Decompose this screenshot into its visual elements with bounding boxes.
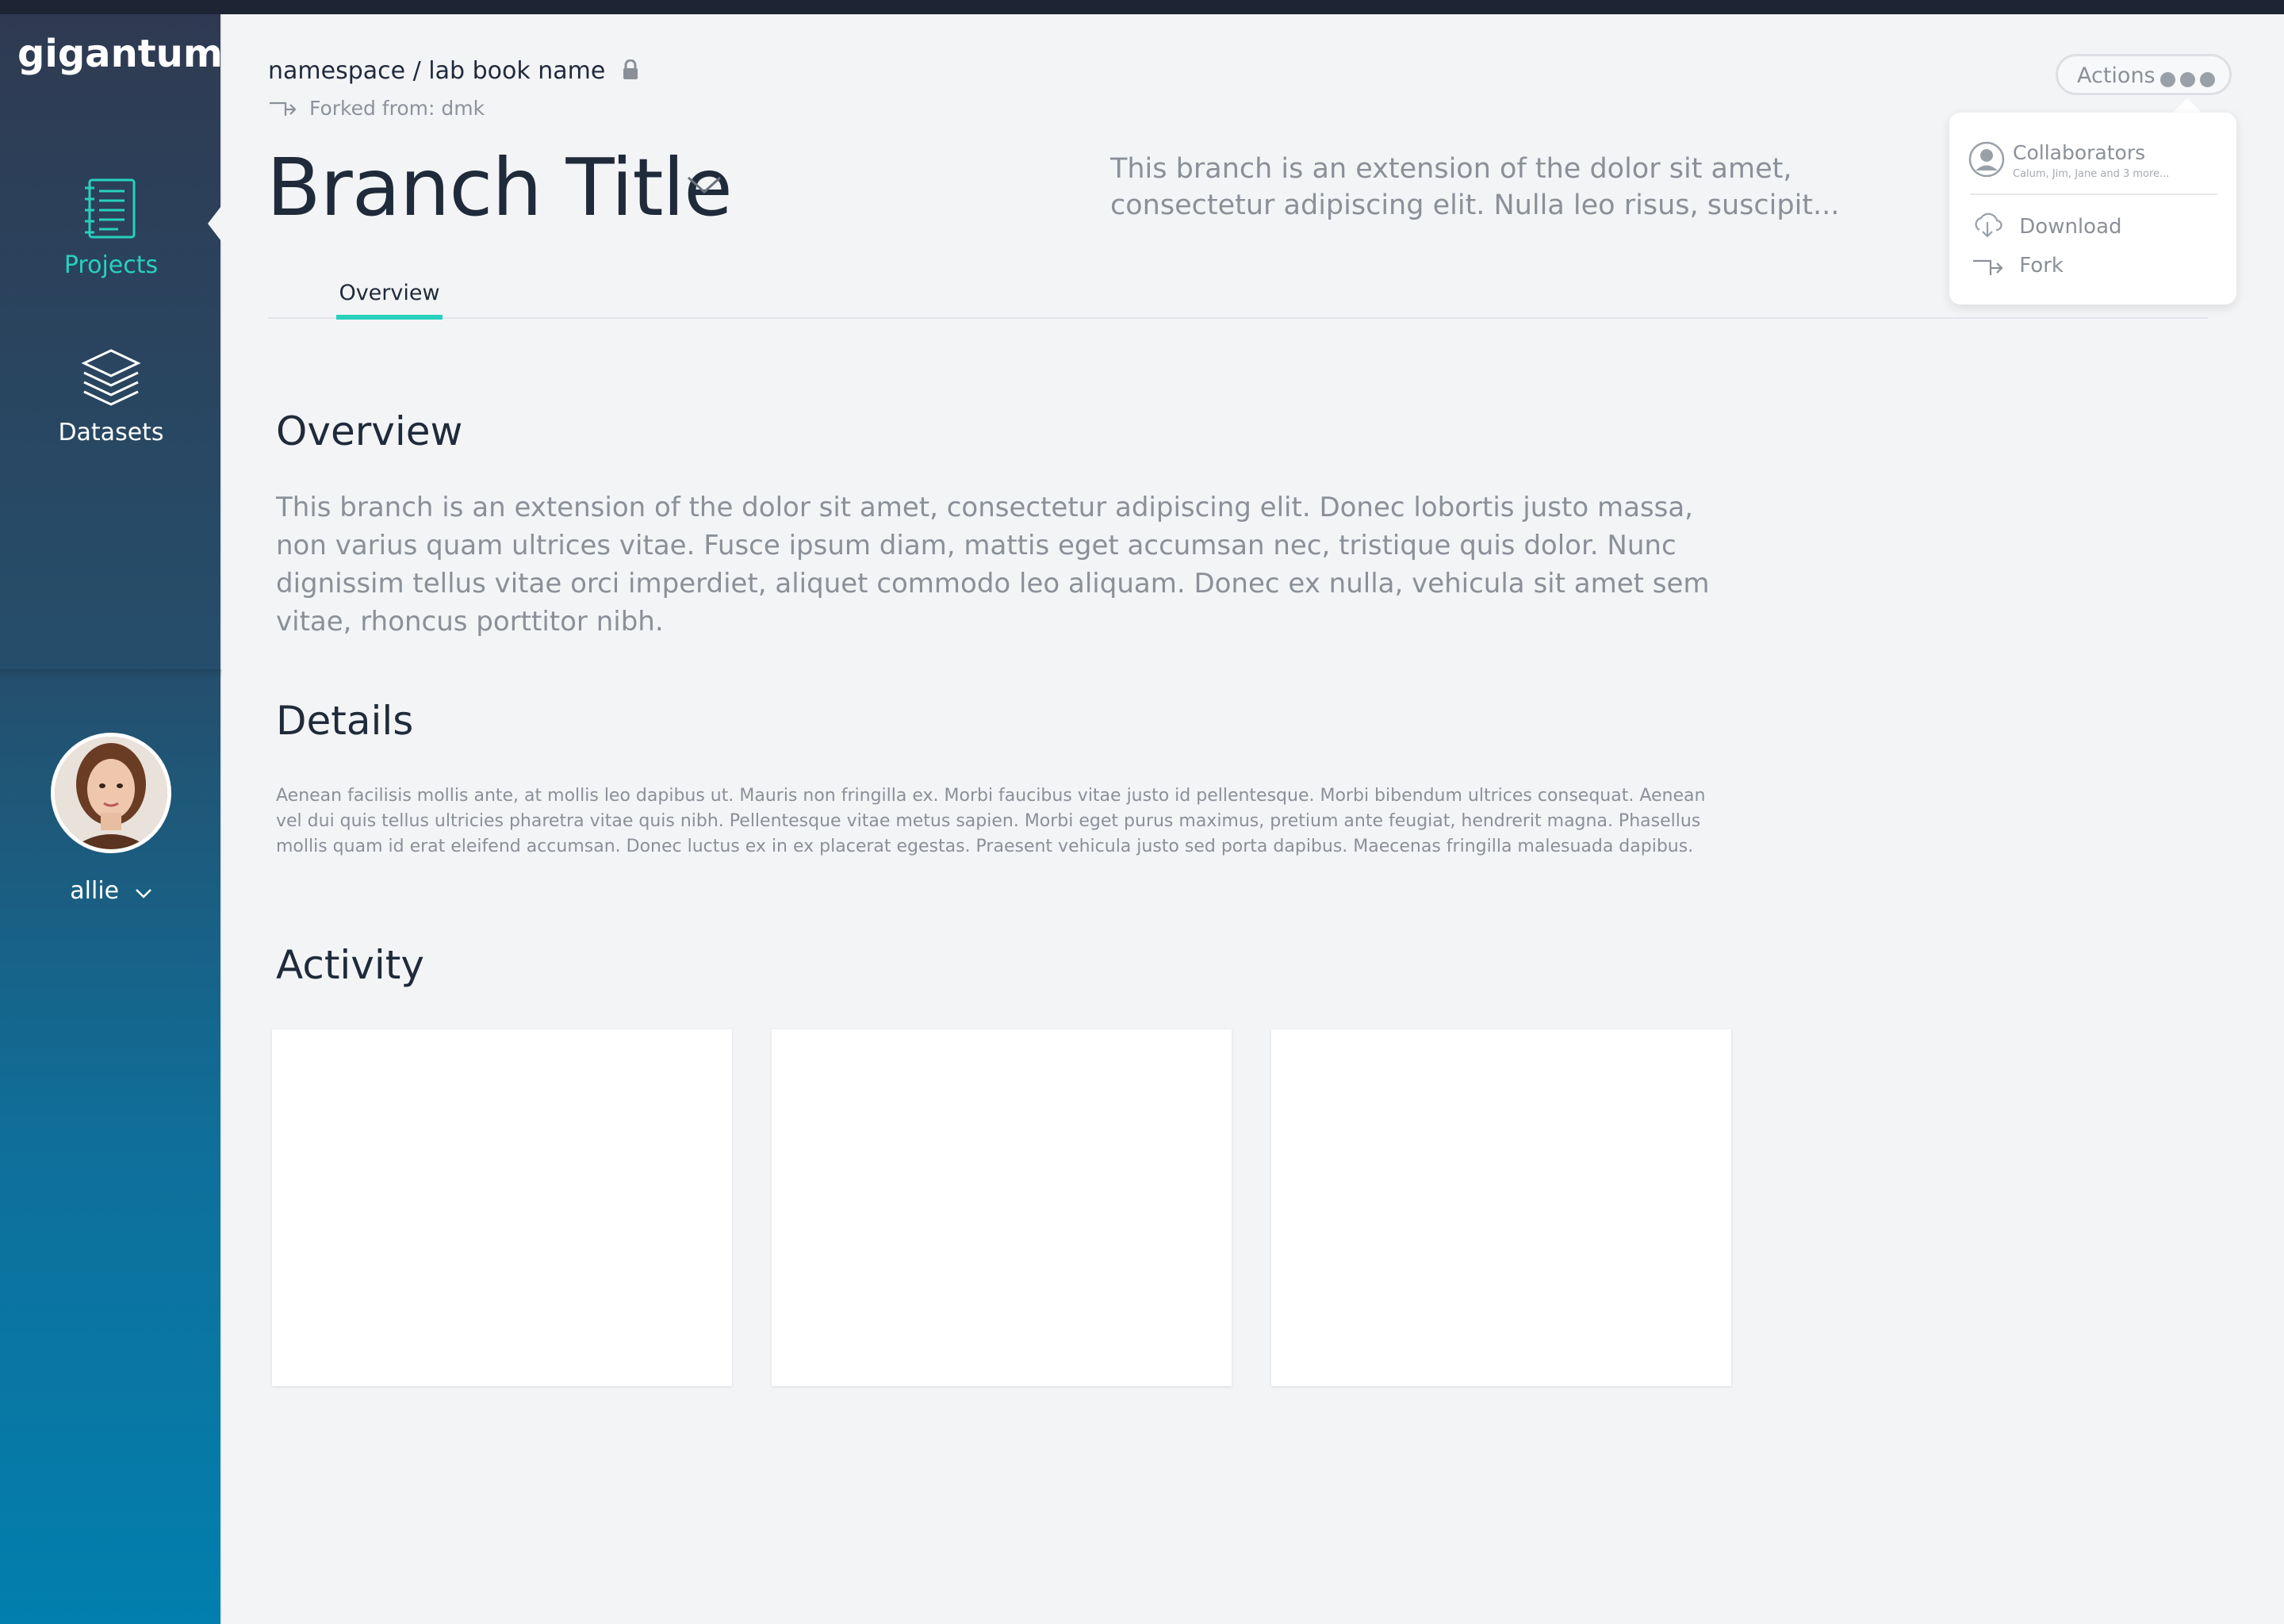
collaborators-names: Calum, Jim, Jane and 3 more... — [2013, 168, 2170, 180]
overview-heading: Overview — [276, 408, 463, 454]
user-circle-icon — [1968, 141, 2005, 181]
fork-icon — [1973, 259, 2003, 275]
user-menu[interactable]: allie — [0, 877, 222, 906]
menu-item-download[interactable]: Download — [1972, 211, 2122, 239]
brand-logo[interactable]: gigantum — [17, 32, 223, 76]
branch-chevron-down-icon[interactable] — [685, 174, 723, 200]
forked-from: Forked from: dmk — [268, 97, 485, 120]
actions-menu-caret — [2171, 98, 2203, 114]
activity-card[interactable] — [1271, 1029, 1731, 1386]
lock-icon — [623, 59, 638, 86]
page-title: Branch Title — [266, 141, 733, 234]
sidebar: gigantum Projects Datasets allie — [0, 14, 224, 1624]
active-tab-indicator — [336, 315, 443, 320]
sidebar-item-label: Datasets — [58, 419, 164, 446]
forked-from-text: Forked from: dmk — [308, 97, 485, 120]
actions-button[interactable]: Actions — [2056, 54, 2232, 95]
notebook-icon — [0, 177, 222, 247]
menu-divider — [1970, 193, 2217, 195]
download-label: Download — [2019, 215, 2122, 239]
activity-card[interactable] — [272, 1029, 732, 1386]
details-text: Aenean facilisis mollis ante, at mollis … — [276, 786, 1706, 856]
details-heading: Details — [276, 698, 414, 744]
chevron-down-icon — [135, 878, 152, 906]
cloud-download-icon — [1975, 213, 2002, 238]
layers-icon — [0, 347, 222, 414]
collaborators-label: Collaborators — [2013, 141, 2146, 164]
avatar[interactable] — [51, 733, 171, 853]
menu-item-fork[interactable]: Fork — [1972, 254, 2064, 278]
fork-label: Fork — [2019, 254, 2064, 278]
active-nav-pointer — [208, 203, 224, 244]
overview-text: This branch is an extension of the dolor… — [276, 492, 1710, 638]
sidebar-divider — [0, 669, 222, 679]
activity-heading: Activity — [276, 942, 424, 988]
actions-label: Actions — [2077, 63, 2156, 88]
sidebar-item-datasets[interactable]: Datasets — [0, 347, 222, 446]
breadcrumb: namespace / lab book name — [268, 57, 638, 86]
activity-card[interactable] — [772, 1029, 1232, 1386]
tab-overview[interactable]: Overview — [336, 281, 443, 313]
user-name: allie — [70, 877, 120, 905]
tabs-divider — [268, 317, 2208, 319]
branch-description: This branch is an extension of the dolor… — [1110, 153, 1840, 221]
sidebar-item-projects[interactable]: Projects — [0, 177, 222, 279]
window-top-bar — [0, 0, 2284, 14]
fork-icon — [270, 102, 297, 116]
actions-menu: Collaborators Calum, Jim, Jane and 3 mor… — [1949, 113, 2236, 304]
more-dots-icon — [2156, 68, 2215, 93]
sidebar-item-label: Projects — [63, 251, 159, 279]
breadcrumb-text: namespace / lab book name — [268, 57, 606, 85]
